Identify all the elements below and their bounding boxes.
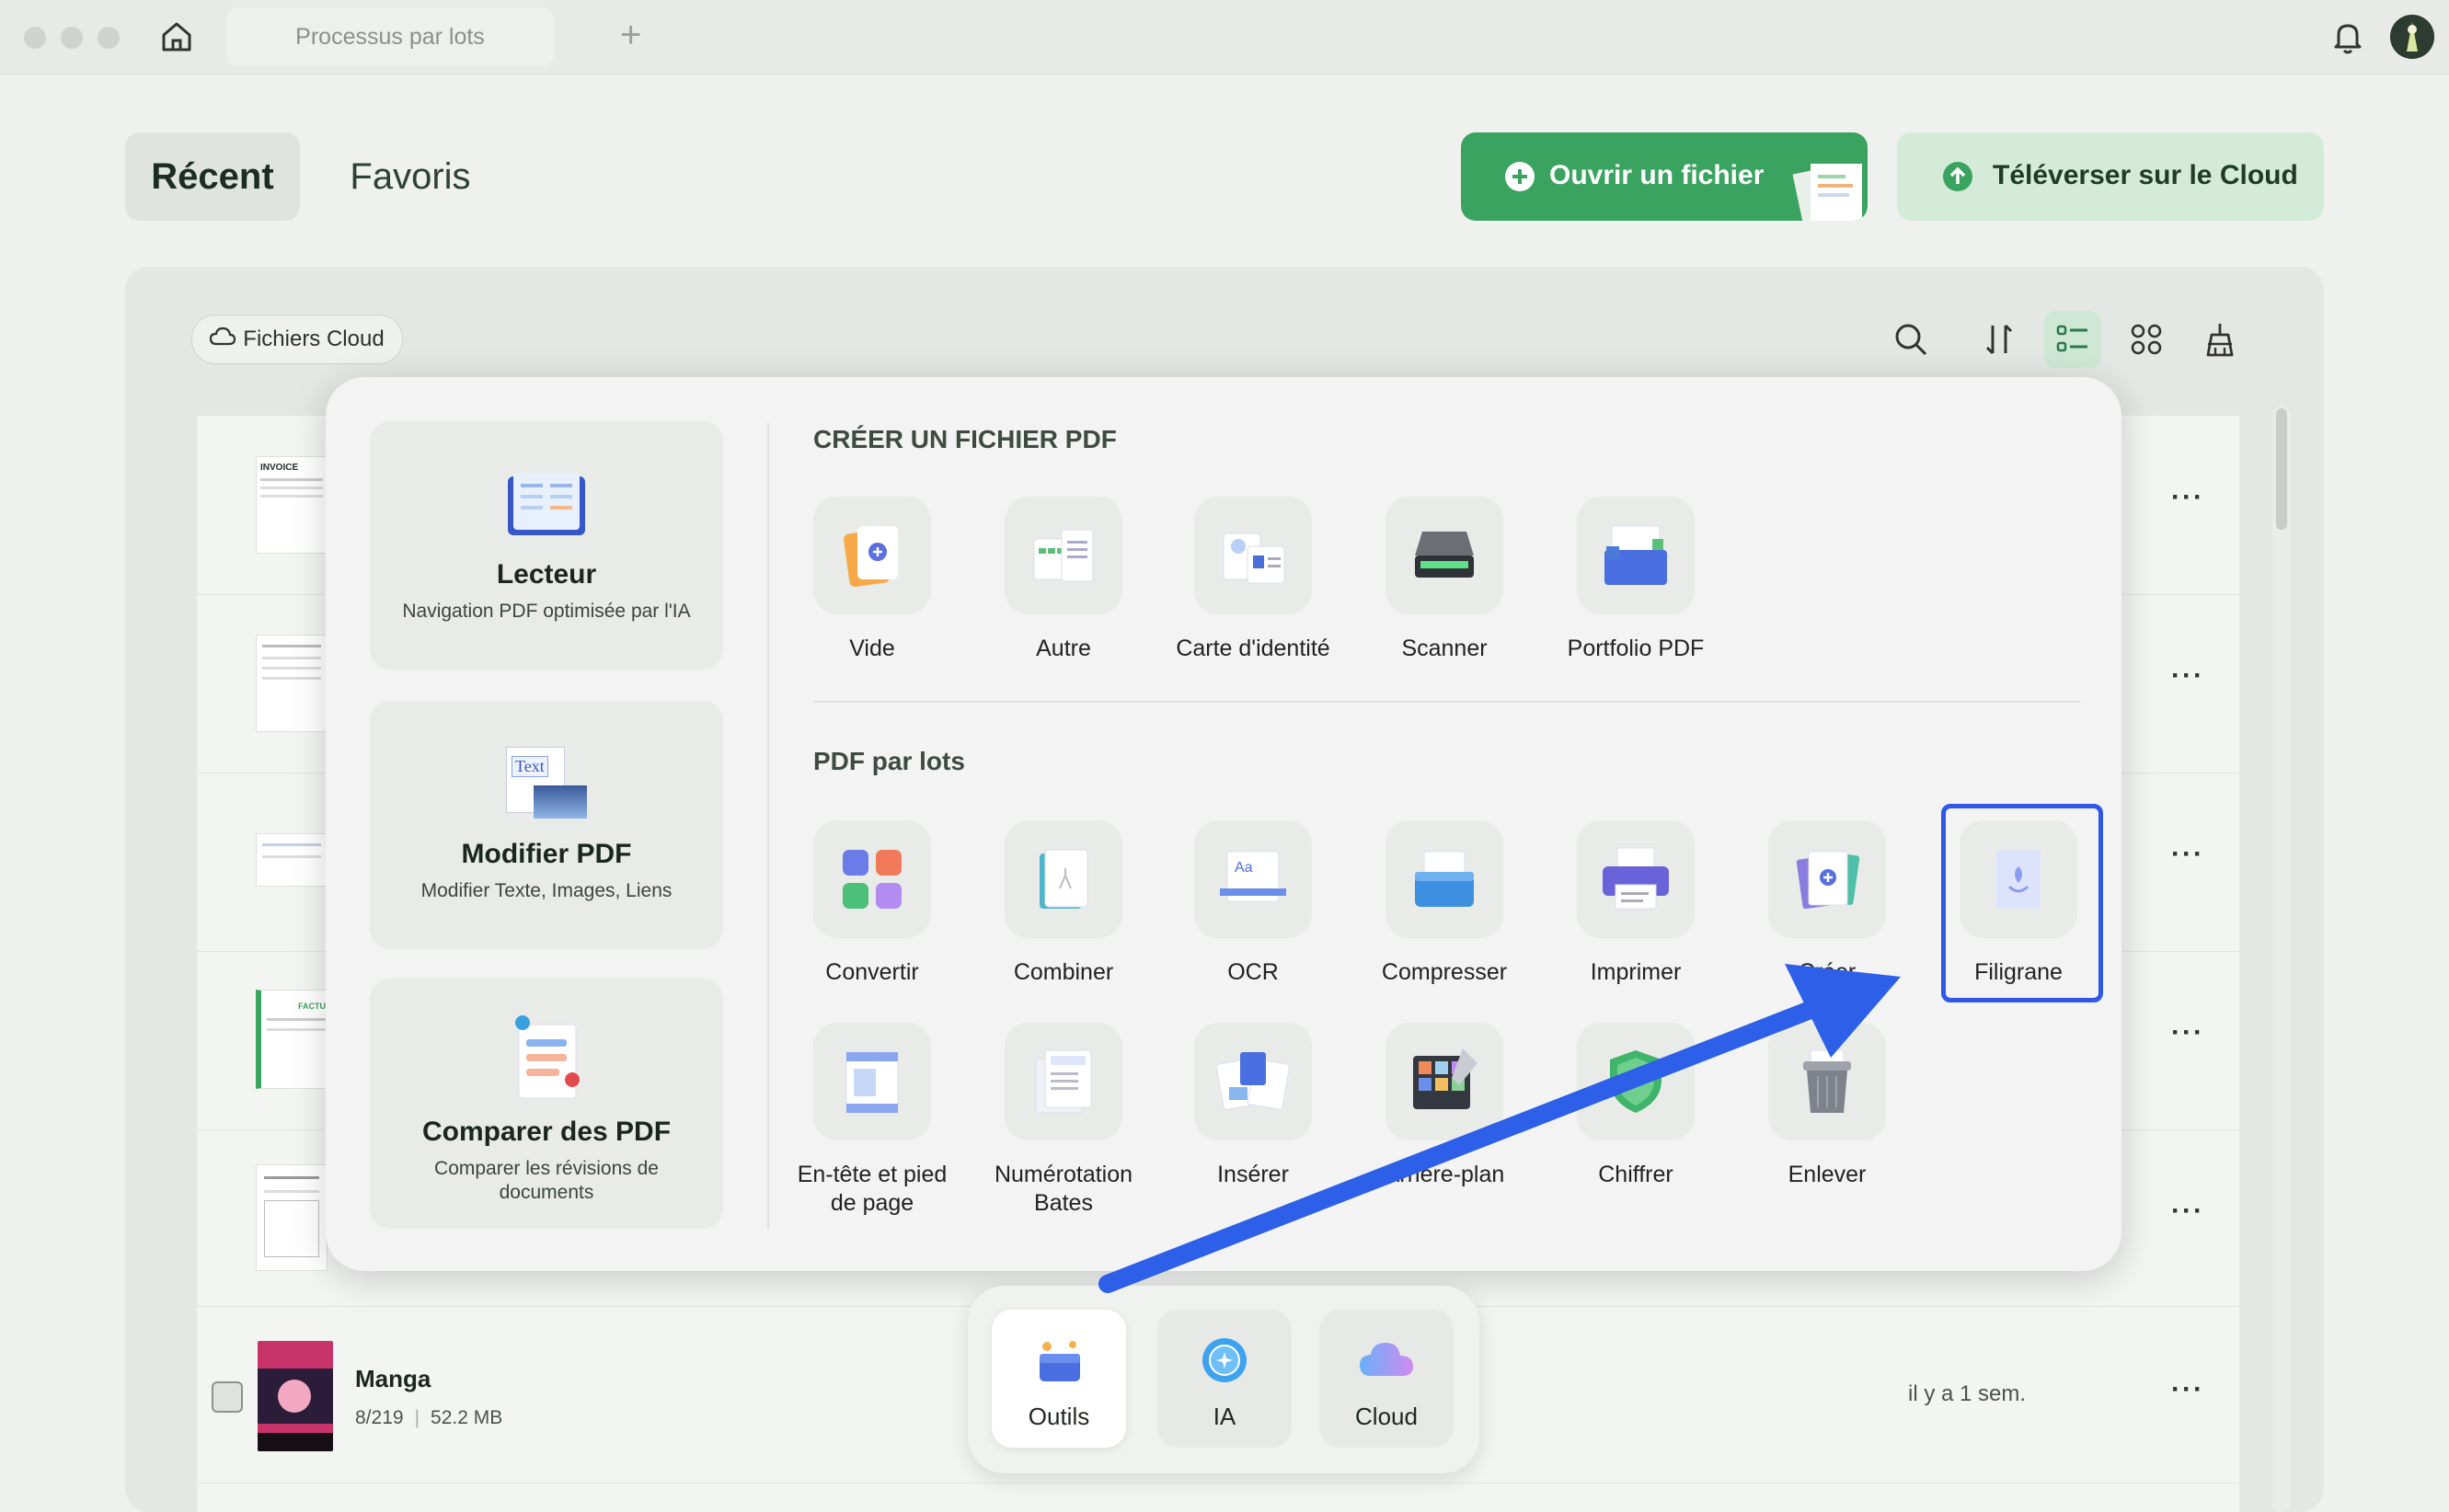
annotation-arrow	[1098, 964, 1901, 1293]
